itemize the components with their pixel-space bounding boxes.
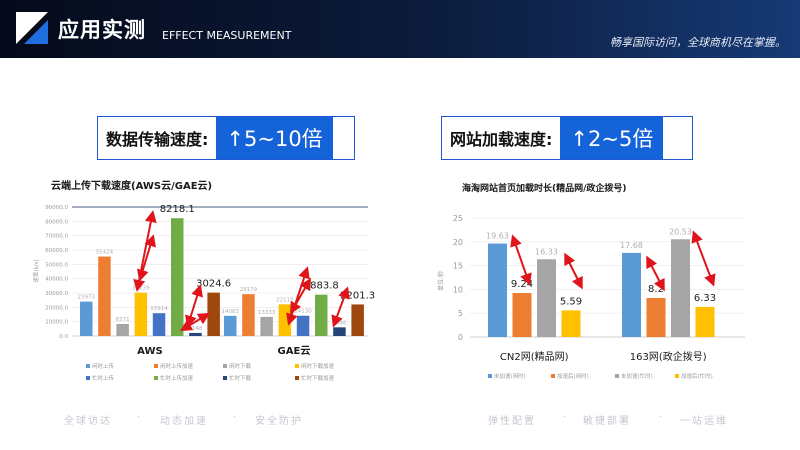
page-load-time-chart: 海淘网站首页加载时长(精品网/政企拨号) 0 5 10 15 20 25 单位:秒 19.63 9…: [437, 182, 745, 380]
footer-item: 安全防护: [255, 416, 303, 427]
footer-item: 全球访达: [64, 416, 112, 427]
bar: [537, 259, 556, 337]
footer-separator: ·: [233, 412, 239, 423]
y-tick-label: 15: [453, 262, 463, 271]
y-tick-label: 20: [453, 238, 463, 247]
footer-separator: ·: [659, 412, 665, 423]
footer-item: 敏捷部署: [583, 416, 631, 427]
y-tick-label: 5: [458, 309, 463, 318]
y-tick-label: 25: [453, 214, 463, 223]
comparison-arrow: [691, 230, 716, 287]
bar: [622, 252, 641, 337]
data-label: 6.33: [694, 293, 716, 304]
footer-item: 一站运维: [680, 416, 728, 427]
footer-separator: ·: [563, 412, 569, 423]
comparison-arrow: [510, 234, 532, 286]
legend-label: 加速后(闲时): [557, 372, 589, 380]
data-label: 5.59: [560, 296, 582, 307]
bar: [488, 243, 507, 337]
data-label: 9.24: [511, 279, 533, 290]
legend-swatch: [488, 374, 492, 378]
data-label: 17.68: [620, 241, 643, 250]
legend-swatch: [675, 374, 679, 378]
data-label: 19.63: [486, 232, 509, 241]
bar: [512, 293, 532, 337]
comparison-arrow: [646, 255, 665, 292]
y-tick-label: 0: [458, 333, 463, 342]
legend-swatch: [551, 374, 555, 378]
category-label: CN2网(精品网): [500, 350, 569, 363]
comparison-arrow: [564, 252, 583, 290]
bar: [695, 306, 715, 337]
category-label: 163网(政企拨号): [630, 350, 707, 363]
bar: [646, 297, 666, 337]
data-label: 16.33: [535, 247, 558, 256]
legend-label: 未加速(忙时): [621, 372, 653, 380]
chart-title: 海淘网站首页加载时长(精品网/政企拨号): [462, 182, 627, 194]
legend-label: 加速后(忙时): [681, 372, 713, 380]
data-label: 20.53: [669, 227, 692, 236]
footer-item: 动态加速: [160, 416, 208, 427]
y-tick-label: 10: [453, 285, 463, 294]
legend-swatch: [615, 374, 619, 378]
footer-item: 弹性配置: [488, 416, 536, 427]
bar: [671, 239, 690, 337]
footer-separator: ·: [137, 412, 143, 423]
bar: [561, 310, 581, 337]
legend-label: 未加速(闲时): [494, 372, 526, 380]
y-axis-label: 单位:秒: [437, 271, 445, 291]
